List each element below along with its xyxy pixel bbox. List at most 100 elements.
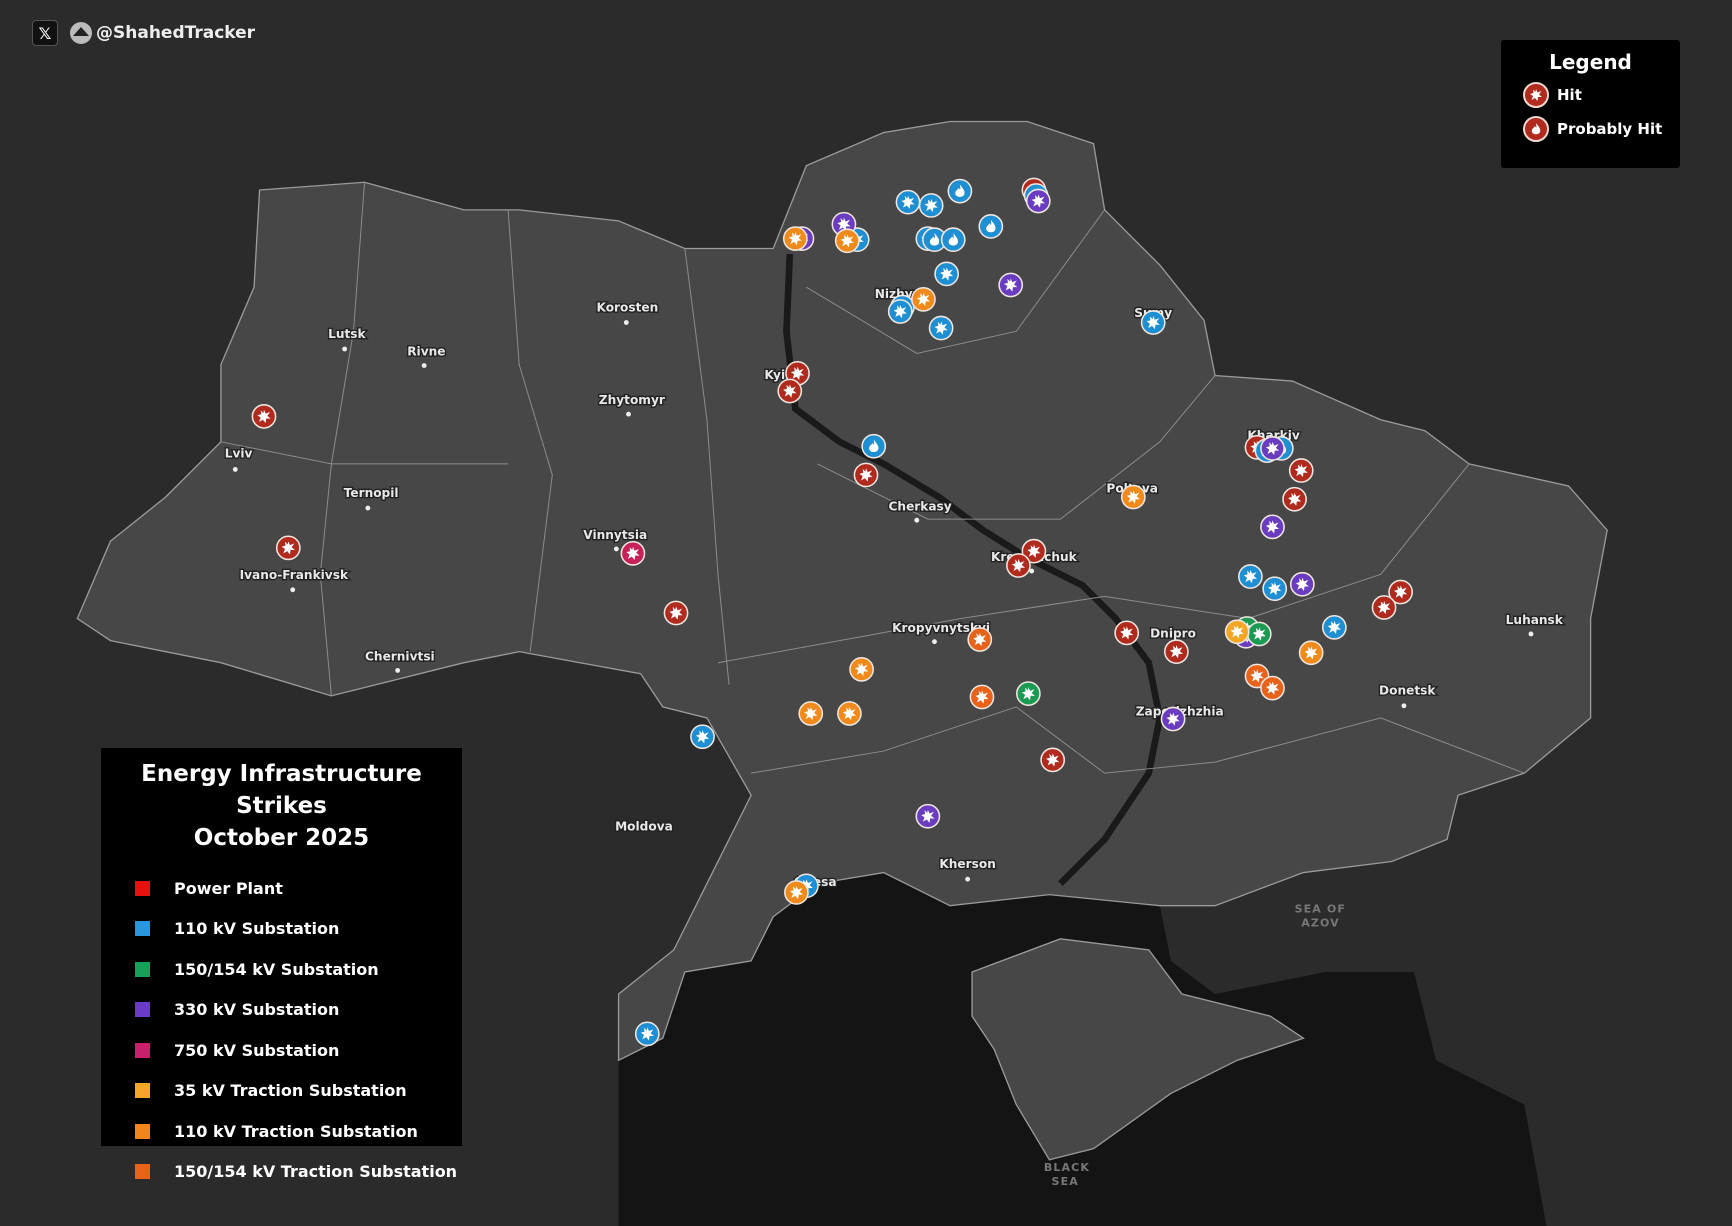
key-item-label: 150/154 kV Substation [174,959,379,979]
strike-marker-power_plant-hit[interactable] [853,462,879,488]
color-swatch [135,880,150,896]
key-item-label: 110 kV Substation [174,919,340,939]
city-label-lviv: Lviv [225,446,253,460]
color-swatch [135,921,150,937]
strike-marker-power_plant-hit[interactable] [1006,553,1031,578]
legend-title: Legend [1549,50,1632,74]
strike-marker-tr35-hit[interactable] [1224,619,1250,645]
strike-marker-sub110-hit[interactable] [1321,614,1347,640]
strike-marker-power_plant-hit[interactable] [1288,458,1314,483]
strike-marker-tr110-hit[interactable] [834,228,860,254]
strike-marker-sub110-hit[interactable] [918,193,944,218]
key-item-sub150: 150/154 kV Substation [135,949,462,990]
strike-marker-sub330-hit[interactable] [1160,706,1186,732]
key-item-tr110: 110 kV Traction Substation [135,1111,462,1152]
city-label-vinnytsia: Vinnytsia [583,528,647,542]
sea-label-azov-2: AZOV [1301,917,1340,930]
city-dot [932,639,937,645]
city-dot [1528,631,1534,637]
city-dot [365,505,371,511]
color-swatch [135,1083,150,1099]
color-swatch [135,1042,150,1058]
strike-marker-sub330-hit[interactable] [915,803,941,829]
key-item-label: 35 kV Traction Substation [174,1081,407,1101]
color-swatch [135,1123,150,1139]
strike-marker-sub110-probable[interactable] [940,227,966,253]
key-item-tr35: 35 kV Traction Substation [135,1071,462,1112]
strike-marker-sub330-hit[interactable] [1260,514,1285,540]
strike-marker-sub110-hit[interactable] [690,724,715,750]
strike-marker-tr150-hit[interactable] [1260,675,1285,701]
strike-marker-tr150-hit[interactable] [967,627,993,652]
city-dot [1401,703,1407,709]
strike-marker-power_plant-hit[interactable] [1282,486,1307,512]
city-label-donetsk: Donetsk [1379,684,1436,698]
strike-marker-tr110-hit[interactable] [1298,640,1324,666]
color-swatch [135,961,150,977]
city-label-chernivtsi: Chernivtsi [365,649,435,663]
city-dot [421,363,427,369]
key-item-tr150: 150/154 kV Traction Substation [135,1152,462,1193]
strike-marker-power_plant-hit[interactable] [251,404,277,429]
strike-marker-sub110-hit[interactable] [928,315,954,341]
key-item-sub750: 750 kV Substation [135,1030,462,1071]
city-label-dnipro: Dnipro [1150,626,1196,640]
sea-label-azov-1: SEA OF [1295,902,1346,915]
sea-label-black-1: BLACK [1044,1161,1090,1174]
strike-marker-tr150-hit[interactable] [969,684,995,710]
strike-marker-sub110-hit[interactable] [887,299,913,324]
strike-marker-tr110-hit[interactable] [849,656,874,682]
strike-marker-sub330-hit[interactable] [1289,571,1315,597]
strike-marker-sub330-hit[interactable] [1260,436,1285,461]
shahedtracker-handle[interactable]: @ShahedTracker [70,22,255,44]
status-legend: Legend Hit Probably Hit [1501,40,1680,168]
city-label-lutsk: Lutsk [328,327,366,341]
strike-marker-tr110-hit[interactable] [1120,484,1146,510]
strike-marker-power_plant-hit[interactable] [663,600,689,626]
strike-marker-power_plant-hit[interactable] [1114,620,1140,646]
city-dot [623,320,629,325]
strike-marker-tr110-hit[interactable] [837,701,862,726]
city-dot [914,517,920,523]
city-dot [290,587,296,593]
strike-marker-sub330-hit[interactable] [998,272,1024,298]
sea-label-black-2: SEA [1052,1175,1079,1188]
fire-icon [1523,116,1549,142]
strike-marker-tr110-hit[interactable] [911,286,936,312]
strike-marker-sub150-hit[interactable] [1016,681,1041,706]
strike-marker-power_plant-hit[interactable] [1164,639,1189,665]
strike-marker-sub110-probable[interactable] [861,433,887,459]
legend-item-hit: Hit [1523,82,1680,108]
map-title: Energy Infrastructure Strikes October 202… [141,761,422,851]
strike-marker-power_plant-hit[interactable] [777,378,803,404]
shahedtracker-logo-icon [70,22,92,44]
explosion-icon [1523,82,1549,108]
strike-marker-power_plant-hit[interactable] [1040,747,1066,773]
strike-marker-sub150-hit[interactable] [1246,621,1272,647]
strike-marker-sub110-hit[interactable] [934,261,960,287]
strike-marker-sub110-hit[interactable] [1140,310,1166,335]
strike-marker-tr110-hit[interactable] [798,701,824,726]
strike-marker-sub750-hit[interactable] [620,540,646,566]
strike-marker-sub110-hit[interactable] [1262,576,1288,602]
strike-marker-tr110-hit[interactable] [784,880,809,905]
key-item-label: 110 kV Traction Substation [174,1121,418,1141]
strike-marker-power_plant-hit[interactable] [1371,595,1397,620]
strike-marker-tr110-hit[interactable] [782,226,808,251]
strike-marker-sub110-hit[interactable] [895,189,921,215]
key-item-sub330: 330 kV Substation [135,990,462,1031]
strike-marker-sub110-probable[interactable] [978,214,1004,239]
city-dot [613,546,619,552]
city-label-zhytomyr: Zhytomyr [599,393,665,407]
legend-item-probably-hit: Probably Hit [1523,116,1680,142]
strike-marker-sub110-hit[interactable] [634,1021,660,1047]
x-logo-icon[interactable]: 𝕏 [32,20,58,46]
strike-marker-sub110-probable[interactable] [947,178,973,204]
city-label-rivne: Rivne [407,345,445,359]
city-label-ivano-frankivsk: Ivano-Frankivsk [240,568,349,582]
strike-marker-power_plant-hit[interactable] [275,535,301,561]
strike-marker-sub110-hit[interactable] [1238,564,1263,589]
city-dot [342,346,348,352]
strike-marker-sub330-hit[interactable] [1025,188,1051,214]
city-label-moldova: Moldova [615,820,673,834]
